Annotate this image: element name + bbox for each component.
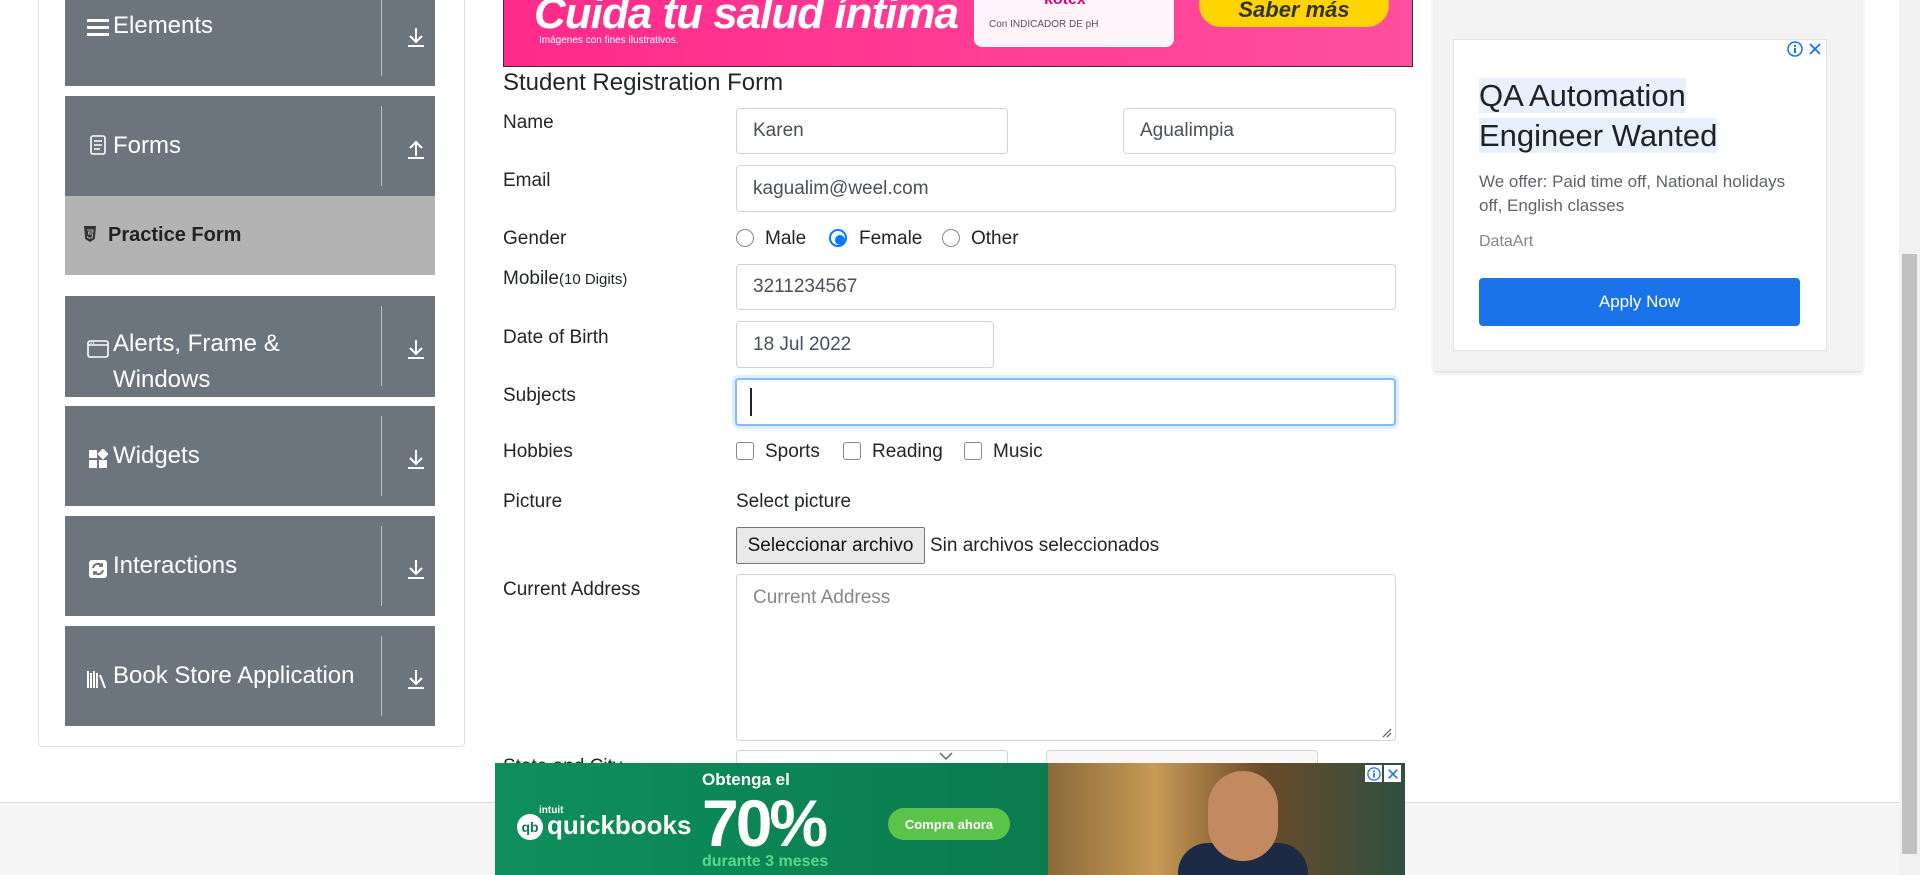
group-title-bookstore: Book Store Application (113, 662, 355, 689)
file-status: Sin archivos seleccionados (930, 535, 1160, 556)
sidebar-item-label: Practice Form (108, 224, 242, 246)
dob-label: Date of Birth (503, 327, 609, 348)
current-address-label: Current Address (503, 579, 641, 600)
date-of-birth-input[interactable]: 18 Jul 2022 (736, 321, 994, 368)
sidebar-item-practice-form[interactable]: Practice Form (65, 196, 435, 275)
side-ad-headline-line2: Engineer Wanted (1479, 118, 1718, 153)
qb-logo-icon: qb (517, 814, 543, 841)
group-title-forms: Forms (113, 132, 181, 159)
scrollbar-thumb[interactable] (1902, 254, 1917, 854)
side-ad-advertiser: DataArt (1479, 233, 1534, 250)
hobby-music-label[interactable]: Music (993, 441, 1043, 463)
sidebar-group-forms[interactable]: Forms (65, 96, 435, 196)
gender-other-label[interactable]: Other (971, 228, 1019, 250)
hobbies-label: Hobbies (503, 441, 573, 462)
buy-now-button[interactable]: Compra ahora (888, 808, 1010, 840)
download-arrow-icon[interactable] (403, 446, 429, 472)
divider (381, 526, 382, 606)
side-ad-headline-line1: QA Automation (1479, 78, 1686, 113)
mobile-input[interactable]: 3211234567 (736, 264, 1396, 310)
group-title-alerts-line1: Alerts, Frame & (113, 330, 280, 357)
hamburger-icon (85, 14, 111, 40)
gender-other-radio[interactable] (942, 229, 960, 247)
text-caret (750, 388, 752, 416)
gender-female-label[interactable]: Female (859, 228, 922, 250)
side-ad-headline: QA Automation Engineer Wanted (1479, 76, 1718, 156)
sidebar-group-bookstore[interactable]: Book Store Application (65, 626, 435, 726)
ad-close-icon[interactable] (1806, 40, 1823, 57)
email-field[interactable]: kagualim@weel.com (736, 165, 1396, 212)
divider (381, 306, 382, 386)
select-picture-label: Select picture (736, 491, 852, 512)
ad-info-icon[interactable] (1786, 40, 1803, 57)
hobby-sports-checkbox[interactable] (736, 442, 754, 460)
document-icon (85, 132, 111, 158)
download-arrow-icon[interactable] (403, 666, 429, 692)
download-arrow-icon[interactable] (403, 556, 429, 582)
hobby-reading-label[interactable]: Reading (872, 441, 943, 463)
sidebar-group-widgets[interactable]: Widgets (65, 406, 435, 506)
divider (381, 636, 382, 716)
download-arrow-icon[interactable] (403, 336, 429, 362)
mobile-hint: (10 Digits) (558, 271, 628, 288)
gender-label: Gender (503, 228, 567, 249)
books-icon (85, 666, 111, 692)
picture-label: Picture (503, 491, 563, 512)
group-title-alerts-line2: Windows (113, 366, 211, 393)
ad-disclaimer: Imágenes con fines ilustrativos. (539, 35, 679, 46)
side-ad[interactable]: QA Automation Engineer Wanted We offer: … (1453, 39, 1827, 351)
ad-photo (1048, 763, 1405, 875)
group-title-interactions: Interactions (113, 552, 238, 579)
last-name-input[interactable]: Agualimpia (1123, 108, 1396, 154)
apply-now-button[interactable]: Apply Now (1479, 278, 1800, 326)
divider (381, 416, 382, 496)
sidebar-group-alerts[interactable]: Alerts, Frame & Windows (65, 296, 435, 397)
window-icon (85, 336, 111, 362)
hobby-sports-label[interactable]: Sports (765, 441, 820, 463)
sidebar-group-interactions[interactable]: Interactions (65, 516, 435, 616)
hobby-reading-checkbox[interactable] (843, 442, 861, 460)
ad-brand: kotex (1044, 0, 1086, 9)
ad-headline: Cuida tu salud íntima (534, 0, 959, 38)
widgets-icon (85, 446, 111, 472)
upload-arrow-icon[interactable] (403, 136, 429, 162)
top-ad-banner[interactable]: Cuida tu salud íntima Imágenes con fines… (503, 0, 1413, 67)
bottom-ad-close-icon[interactable] (1384, 765, 1401, 782)
quickbooks-logo: intuit qb quickbooks (517, 805, 691, 841)
first-name-input[interactable]: Karen (736, 108, 1008, 154)
download-arrow-icon[interactable] (403, 24, 429, 50)
ad-duration: durante 3 meses (702, 853, 829, 870)
ad-product-text: Con INDICADOR DE pH (989, 19, 1099, 30)
bottom-ad-banner[interactable]: intuit qb quickbooks Obtenga el 70% duran… (495, 763, 1405, 875)
subjects-input[interactable] (735, 378, 1396, 426)
bottom-ad-info-icon[interactable] (1365, 765, 1382, 782)
logo-text: quickbooks (547, 810, 692, 840)
hobby-music-checkbox[interactable] (964, 442, 982, 460)
refresh-icon (85, 556, 111, 582)
group-title-widgets: Widgets (113, 442, 200, 469)
divider (381, 0, 382, 76)
current-address-textarea[interactable]: Current Address (736, 574, 1396, 741)
chevron-down-icon[interactable] (938, 748, 954, 761)
divider (381, 106, 382, 186)
choose-file-button[interactable]: Seleccionar archivo (736, 527, 925, 564)
name-label: Name (503, 112, 554, 133)
group-title-elements: Elements (113, 12, 214, 39)
email-label: Email (503, 170, 551, 191)
gender-male-label[interactable]: Male (765, 228, 806, 250)
mobile-label-text: Mobile (503, 268, 559, 289)
gender-female-radio[interactable] (829, 229, 847, 247)
ad-percent: 70% (702, 786, 828, 860)
resize-handle-icon[interactable] (1380, 725, 1392, 738)
sidebar-group-elements[interactable]: Elements (65, 0, 435, 86)
side-ad-description: We offer: Paid time off, National holida… (1479, 172, 1786, 215)
subjects-label: Subjects (503, 385, 576, 406)
gender-male-radio[interactable] (736, 229, 754, 247)
mobile-label: Mobile(10 Digits) (503, 268, 627, 290)
person-face (1208, 771, 1278, 861)
form-title: Student Registration Form (503, 69, 784, 96)
ad-cta-button[interactable]: Saber más (1199, 0, 1389, 27)
html5-icon (83, 225, 101, 245)
